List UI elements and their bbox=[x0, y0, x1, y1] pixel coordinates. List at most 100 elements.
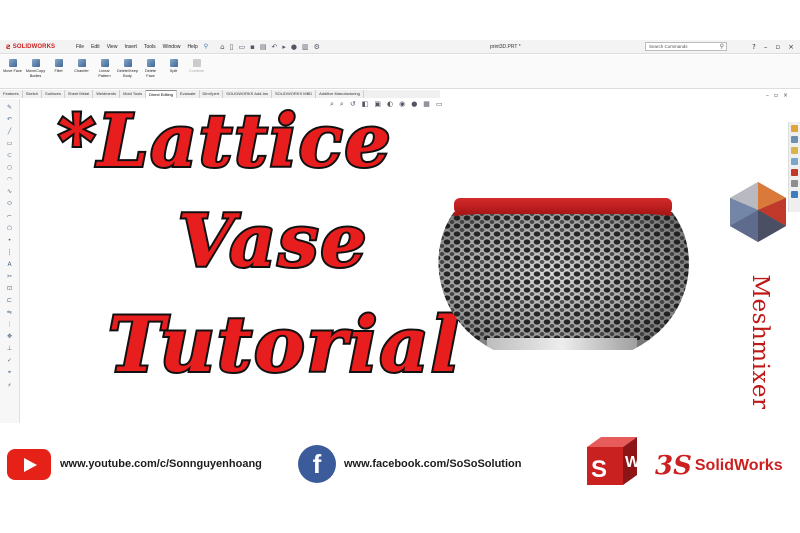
pin-icon[interactable]: ⚲ bbox=[204, 43, 208, 50]
centerline-icon[interactable]: ┆ bbox=[8, 249, 12, 256]
tab-dimxpert[interactable]: DimXpert bbox=[200, 90, 224, 98]
home-icon[interactable]: ⌂ bbox=[220, 43, 224, 51]
close-icon[interactable]: × bbox=[788, 43, 794, 51]
print-icon[interactable]: ▤ bbox=[260, 43, 267, 51]
circle-icon[interactable]: ○ bbox=[7, 164, 12, 171]
tab-additive-manufacturing[interactable]: Additive Manufacturing bbox=[316, 90, 364, 98]
tab-weldments[interactable]: Weldments bbox=[93, 90, 121, 98]
command-manager-ribbon: Move Face Move/Copy Bodies Fillet Chamfe… bbox=[0, 55, 800, 89]
open-folder-icon[interactable]: ▭ bbox=[238, 43, 245, 51]
split-button[interactable]: Split bbox=[164, 55, 183, 74]
combine-button[interactable]: Combine bbox=[187, 55, 206, 74]
tab-evaluate[interactable]: Evaluate bbox=[177, 90, 200, 98]
viewport-window-controls: – ▫ × bbox=[766, 92, 788, 99]
forum-icon[interactable] bbox=[791, 191, 798, 198]
solidworks-logo[interactable]: ƨ SOLIDWORKS bbox=[6, 42, 68, 51]
delete-keep-body-icon bbox=[123, 59, 132, 67]
slot-icon[interactable]: ⊂ bbox=[7, 152, 12, 159]
hide-show-icon[interactable]: ◉ bbox=[399, 100, 405, 109]
menu-insert[interactable]: Insert bbox=[124, 44, 137, 50]
file-explorer-icon[interactable] bbox=[791, 147, 798, 154]
move-entities-icon[interactable]: ✥ bbox=[7, 333, 12, 340]
linear-pattern-button[interactable]: Linear Pattern bbox=[95, 55, 114, 78]
ellipse-icon[interactable]: ⬭ bbox=[7, 200, 12, 208]
tab-surfaces[interactable]: Surfaces bbox=[42, 90, 65, 98]
repair-sketch-icon[interactable]: ✓ bbox=[7, 357, 12, 364]
scene-icon[interactable]: ▦ bbox=[423, 100, 430, 109]
fillet-button[interactable]: Fillet bbox=[49, 55, 68, 74]
view-settings-icon[interactable]: ▭ bbox=[436, 100, 443, 109]
new-document-icon[interactable]: ▯ bbox=[230, 43, 234, 51]
youtube-link[interactable]: www.youtube.com/c/Sonnguyenhoang bbox=[60, 458, 262, 470]
split-icon bbox=[169, 59, 178, 67]
delete-keep-body-button[interactable]: Delete/Keep Body bbox=[117, 55, 138, 78]
chamfer-button[interactable]: Chamfer bbox=[72, 55, 91, 74]
move-copy-bodies-button[interactable]: Move/Copy Bodies bbox=[26, 55, 45, 78]
trim-icon[interactable]: ✂ bbox=[7, 273, 12, 280]
tab-solidworks-add-ins[interactable]: SOLIDWORKS Add-Ins bbox=[223, 90, 273, 98]
facebook-link[interactable]: www.facebook.com/SoSoSolution bbox=[344, 458, 521, 470]
menu-help[interactable]: Help bbox=[187, 44, 197, 50]
text-icon[interactable]: A bbox=[7, 261, 11, 268]
fillet-icon bbox=[54, 59, 63, 67]
smart-dimension-icon[interactable]: ↶ bbox=[7, 116, 12, 123]
solidworks-resources-icon[interactable] bbox=[791, 125, 798, 132]
line-icon[interactable]: ╱ bbox=[8, 128, 12, 135]
fillet-sketch-icon[interactable]: ⌐ bbox=[7, 213, 12, 220]
sketch-icon[interactable]: ✎ bbox=[7, 104, 12, 111]
appearances-icon[interactable] bbox=[791, 169, 798, 176]
restore-icon[interactable]: ▫ bbox=[775, 43, 780, 51]
design-library-icon[interactable] bbox=[791, 136, 798, 143]
quick-access-toolbar: ⌂ ▯ ▭ ▪ ▤ ↶ ▸ ● ▥ ⚙ bbox=[220, 43, 320, 51]
move-face-button[interactable]: Move Face bbox=[3, 55, 22, 74]
viewport-close-icon[interactable]: × bbox=[783, 92, 788, 99]
custom-properties-icon[interactable] bbox=[791, 180, 798, 187]
rapid-sketch-icon[interactable]: ⚡ bbox=[7, 382, 11, 389]
solidworks-cube-icon: S W bbox=[587, 437, 641, 485]
undo-icon[interactable]: ↶ bbox=[271, 43, 277, 51]
tab-direct-editing[interactable]: Direct Editing bbox=[146, 90, 177, 98]
view-palette-icon[interactable] bbox=[791, 158, 798, 165]
minimize-icon[interactable]: – bbox=[764, 43, 768, 51]
quick-snaps-icon[interactable]: ⌖ bbox=[8, 369, 11, 377]
polygon-icon[interactable]: ⬠ bbox=[7, 225, 12, 232]
viewport-minimize-icon[interactable]: – bbox=[766, 92, 769, 99]
appearance-icon[interactable]: ● bbox=[411, 100, 417, 109]
tab-sketch[interactable]: Sketch bbox=[23, 90, 43, 98]
solidworks-brand: 3S SolidWorks bbox=[655, 451, 783, 481]
tab-solidworks-mbd[interactable]: SOLIDWORKS MBD bbox=[272, 90, 317, 98]
help-icon[interactable]: ? bbox=[752, 43, 756, 51]
menu-view[interactable]: View bbox=[107, 44, 118, 50]
tab-mold-tools[interactable]: Mold Tools bbox=[120, 90, 147, 98]
search-placeholder: Search Commands bbox=[649, 44, 688, 49]
delete-face-button[interactable]: Delete Face bbox=[141, 55, 160, 78]
arc-icon[interactable]: ◠ bbox=[7, 176, 12, 183]
tab-features[interactable]: Features bbox=[0, 90, 23, 98]
file-properties-icon[interactable]: ▥ bbox=[302, 43, 309, 51]
title-line-vase: Vase bbox=[176, 196, 369, 285]
select-icon[interactable]: ▸ bbox=[282, 43, 286, 51]
options-gear-icon[interactable]: ⚙ bbox=[314, 43, 320, 51]
convert-entities-icon[interactable]: ⊡ bbox=[7, 285, 12, 292]
relations-icon[interactable]: ⊥ bbox=[7, 345, 12, 352]
youtube-icon[interactable] bbox=[7, 449, 51, 480]
linear-sketch-pattern-icon[interactable]: ⋮ bbox=[7, 321, 13, 328]
chamfer-icon bbox=[77, 59, 86, 67]
save-icon[interactable]: ▪ bbox=[250, 43, 255, 51]
facebook-icon[interactable]: f bbox=[298, 445, 336, 483]
search-commands-field[interactable]: Search Commands ⚲ bbox=[645, 42, 727, 51]
point-icon[interactable]: • bbox=[8, 237, 12, 244]
menu-edit[interactable]: Edit bbox=[91, 44, 100, 50]
menu-tools[interactable]: Tools bbox=[144, 44, 156, 50]
rectangle-icon[interactable]: ▭ bbox=[7, 140, 13, 147]
spline-icon[interactable]: ∿ bbox=[7, 188, 12, 195]
viewport-restore-icon[interactable]: ▫ bbox=[774, 92, 778, 99]
brand-name: SOLIDWORKS bbox=[12, 43, 56, 50]
rebuild-icon[interactable]: ● bbox=[291, 43, 297, 51]
search-icon[interactable]: ⚲ bbox=[720, 43, 724, 50]
tab-sheet-metal[interactable]: Sheet Metal bbox=[65, 90, 94, 98]
menu-window[interactable]: Window bbox=[163, 44, 181, 50]
menu-file[interactable]: File bbox=[76, 44, 84, 50]
offset-icon[interactable]: ⊏ bbox=[7, 297, 12, 304]
mirror-icon[interactable]: ⇋ bbox=[7, 309, 12, 316]
